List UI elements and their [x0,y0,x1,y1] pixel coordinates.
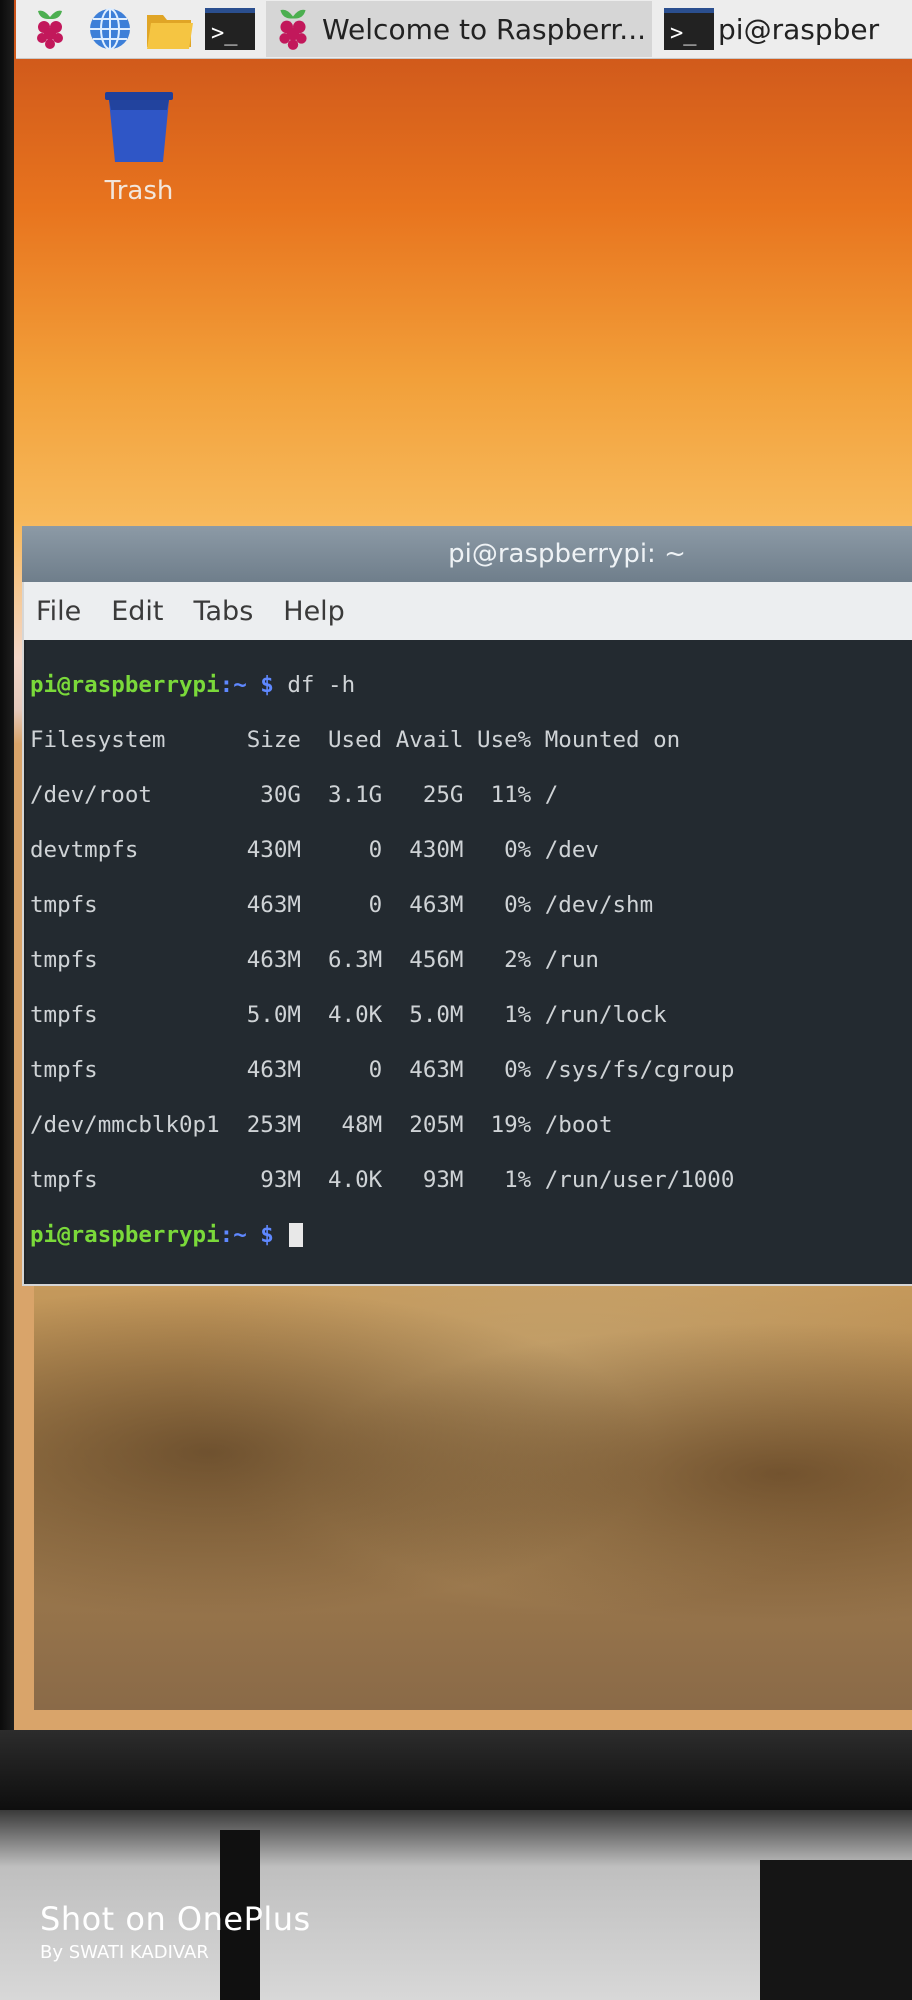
prompt-symbol: $ [246,671,288,698]
watermark-title: Shot on OnePlus [40,1900,311,1938]
terminal-menubar: File Edit Tabs Help [24,582,912,640]
output-line: Filesystem Size Used Avail Use% Mounted … [30,726,681,753]
output-line: tmpfs 5.0M 4.0K 5.0M 1% /run/lock [30,1001,667,1028]
wallpaper-landscape [34,1280,912,1710]
terminal-launcher-icon[interactable]: >_ [204,3,256,55]
raspberry-icon [279,9,307,50]
trash-icon [105,92,173,162]
task-label: Welcome to Raspberr... [322,12,647,46]
output-line: tmpfs 93M 4.0K 93M 1% /run/user/1000 [30,1166,735,1193]
task-label: pi@raspber [718,12,880,46]
monitor-bezel-bottom [0,1730,912,1810]
menu-file[interactable]: File [24,596,93,627]
camera-watermark: Shot on OnePlus By SWATI KADIVAR [40,1900,311,1963]
desktop-trash[interactable]: Trash [84,86,194,206]
taskbar: >_ Welcome to Raspberr... >_ pi@raspber [16,0,912,59]
terminal-titlebar[interactable]: pi@raspberrypi: ~ [22,526,912,582]
menu-tabs[interactable]: Tabs [181,596,265,627]
prompt-user: pi@raspberrypi [30,1221,220,1248]
output-line: tmpfs 463M 6.3M 456M 2% /run [30,946,599,973]
task-terminal[interactable]: >_ pi@raspber [658,1,885,57]
web-browser-icon[interactable] [84,3,136,55]
command-line: pi@raspberrypi:~ $ df -h [30,672,912,700]
prompt-user: pi@raspberrypi [30,671,220,698]
output-line: /dev/root 30G 3.1G 25G 11% / [30,781,559,808]
output-line: devtmpfs 430M 0 430M 0% /dev [30,836,599,863]
command-text: df -h [287,671,356,698]
monitor-stand [760,1860,912,2000]
menu-help[interactable]: Help [271,596,357,627]
output-line: tmpfs 463M 0 463M 0% /sys/fs/cgroup [30,1056,735,1083]
output-line: /dev/mmcblk0p1 253M 48M 205M 19% /boot [30,1111,613,1138]
prompt-path: :~ [219,1221,247,1248]
window-title: pi@raspberrypi: ~ [448,539,686,569]
prompt-line: pi@raspberrypi:~ $ [30,1222,912,1250]
task-welcome-to-raspberry[interactable]: Welcome to Raspberr... [266,1,653,57]
watermark-subtitle: By SWATI KADIVAR [40,1942,209,1963]
terminal-console[interactable]: pi@raspberrypi:~ $ df -h Filesystem Size… [26,640,912,1284]
menu-edit[interactable]: Edit [99,596,175,627]
raspberry-menu-icon[interactable] [24,3,76,55]
text-cursor [289,1223,304,1247]
file-manager-icon[interactable] [144,3,196,55]
prompt-path: :~ [219,671,247,698]
trash-label: Trash [104,176,174,206]
terminal-icon: >_ [664,8,715,50]
output-line: tmpfs 463M 0 463M 0% /dev/shm [30,891,654,918]
prompt-symbol: $ [246,1221,288,1248]
